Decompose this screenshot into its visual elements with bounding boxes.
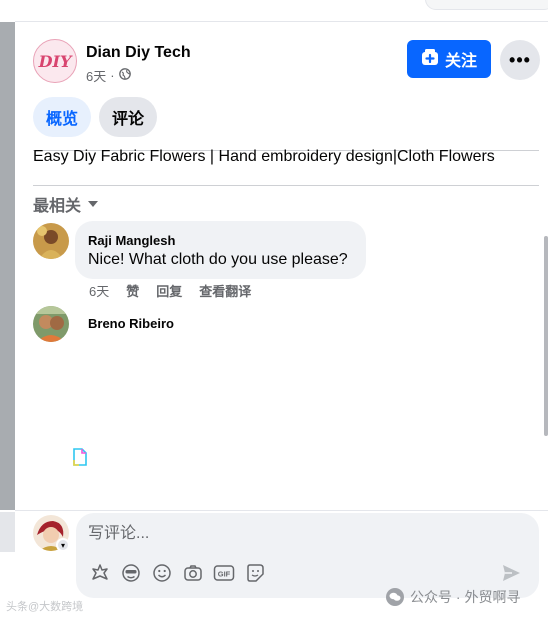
follow-label: 关注 — [444, 53, 477, 70]
meta-dot: · — [110, 68, 115, 83]
divider — [33, 185, 539, 186]
comment-author[interactable]: Raji Manglesh — [88, 233, 175, 248]
more-options-button[interactable]: ••• — [500, 40, 540, 80]
page-name[interactable]: Dian Diy Tech — [86, 44, 191, 62]
svg-text:GIF: GIF — [217, 569, 230, 578]
post-caption: Easy Diy Fabric Flowers | Hand embroider… — [33, 148, 495, 165]
top-search-pill[interactable] — [425, 0, 548, 10]
chevron-down-icon[interactable]: ▾ — [56, 538, 70, 552]
post-tabs: 概览 评论 — [33, 97, 158, 137]
avatar[interactable] — [33, 223, 69, 259]
follow-button[interactable]: 关注 — [407, 40, 491, 78]
watermark-right-text: 公众号 · 外贸啊寻 — [410, 589, 521, 605]
top-divider — [15, 21, 548, 22]
wechat-icon — [386, 588, 404, 606]
smiley-icon[interactable] — [150, 561, 173, 584]
globe-icon — [118, 68, 131, 83]
sort-dropdown[interactable]: 最相关 — [33, 192, 99, 216]
tab-comments[interactable]: 评论 — [99, 97, 158, 137]
comment-time[interactable]: 6天 — [89, 281, 109, 300]
sort-label: 最相关 — [33, 198, 82, 215]
watermark-left: 头条@大数跨境 — [6, 601, 84, 613]
like-link[interactable]: 赞 — [126, 281, 139, 300]
send-icon[interactable] — [501, 563, 523, 585]
page-avatar-logo: DIY — [38, 51, 72, 71]
comment-composer: GIF — [76, 513, 539, 598]
comment-input[interactable] — [88, 523, 508, 545]
loading-file-icon — [73, 448, 87, 466]
composer-divider — [15, 510, 548, 511]
add-page-icon — [421, 48, 439, 71]
left-background-strip-bottom — [0, 512, 15, 552]
sticker-icon[interactable] — [243, 561, 266, 584]
comment-actions: 6天 赞 回复 查看翻译 — [89, 281, 251, 300]
emoji-face-icon[interactable] — [119, 561, 142, 584]
comment-text: Nice! What cloth do you use please? — [88, 251, 348, 268]
post-meta: 6天 · — [86, 66, 131, 85]
see-translation-link[interactable]: 查看翻译 — [199, 281, 251, 300]
tab-overview[interactable]: 概览 — [33, 97, 92, 137]
page-avatar[interactable]: DIY — [33, 39, 77, 83]
caret-down-icon — [87, 195, 99, 213]
watermark-right: 公众号 · 外贸啊寻 — [386, 587, 520, 607]
gif-icon[interactable]: GIF — [212, 561, 235, 584]
avatar[interactable] — [33, 306, 69, 342]
post-header: DIY Dian Diy Tech 6天 · 关注 ••• — [33, 39, 541, 85]
left-background-strip — [0, 22, 15, 510]
reply-link[interactable]: 回复 — [156, 281, 182, 300]
comment-author[interactable]: Breno Ribeiro — [88, 316, 174, 331]
camera-icon[interactable] — [181, 561, 204, 584]
post-time[interactable]: 6天 — [86, 66, 106, 85]
avatar-sticker-icon[interactable] — [88, 561, 111, 584]
composer-toolbar: GIF — [88, 561, 266, 584]
scrollbar[interactable] — [544, 236, 548, 436]
comment-bubble: Raji Manglesh Nice! What cloth do you us… — [75, 221, 366, 279]
